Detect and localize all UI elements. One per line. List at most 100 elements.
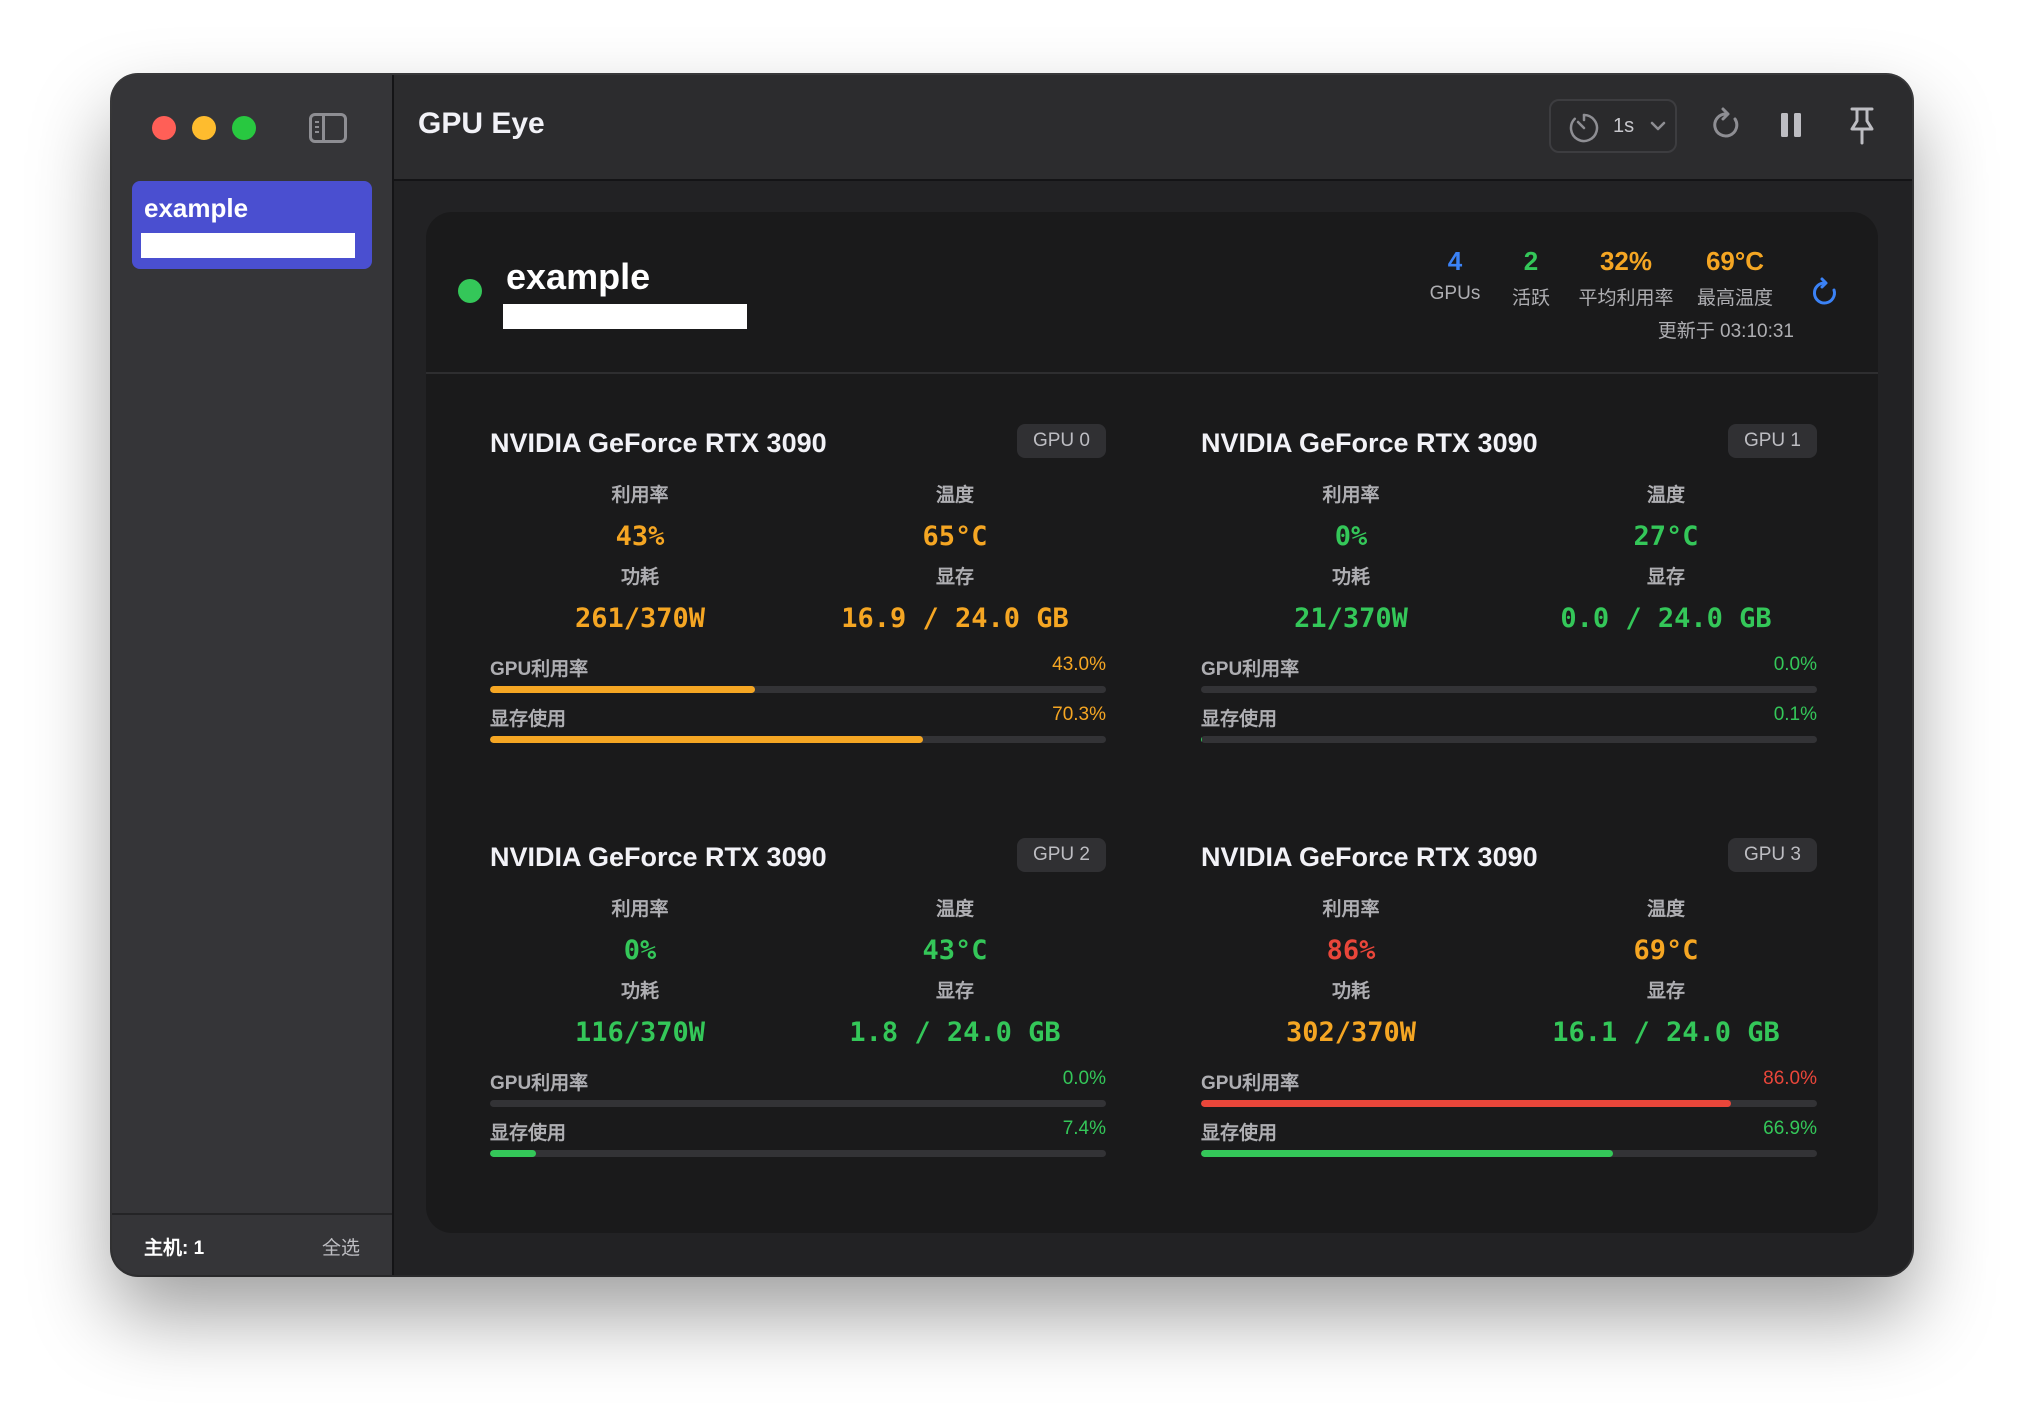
bar-label: 显存使用 <box>490 709 567 730</box>
metric-utilization: 利用率 0% <box>520 894 760 966</box>
host-count-label: 主机: 1 <box>144 1238 205 1259</box>
chevron-down-icon <box>1650 121 1666 131</box>
stat-active-value: 2 <box>1523 246 1539 276</box>
progress-track <box>490 1100 1106 1107</box>
stat-active: 2 活跃 <box>1496 246 1566 310</box>
metric-power: 功耗 261/370W <box>520 562 760 634</box>
metric-value: 43% <box>615 521 665 552</box>
select-all-button[interactable]: 全选 <box>322 1233 360 1260</box>
gpu-index-badge: GPU 1 <box>1727 424 1817 458</box>
metric-memory: 显存 1.8 / 24.0 GB <box>835 976 1075 1048</box>
metric-label: 显存 <box>1646 981 1685 1002</box>
minimize-window-button[interactable] <box>192 116 216 140</box>
metric-power: 功耗 21/370W <box>1231 562 1471 634</box>
bar-value: 0.1% <box>1773 704 1817 725</box>
pause-icon[interactable] <box>1772 103 1812 147</box>
bar-value: 43.0% <box>1052 654 1106 675</box>
stat-max-temp-label: 最高温度 <box>1696 288 1773 309</box>
bar-value: 86.0% <box>1763 1068 1817 1089</box>
metric-value: 86% <box>1326 935 1376 966</box>
metric-value: 1.8 / 24.0 GB <box>849 1017 1061 1048</box>
stat-gpus-label: GPUs <box>1429 283 1481 304</box>
metric-memory: 显存 16.1 / 24.0 GB <box>1546 976 1786 1048</box>
progress-track <box>1201 1150 1817 1157</box>
host-name: example <box>506 256 651 297</box>
progress-fill <box>490 686 755 693</box>
sidebar-footer: 主机: 1 全选 <box>112 1213 392 1275</box>
metric-label: 利用率 <box>611 485 669 506</box>
bar-label: 显存使用 <box>1201 709 1278 730</box>
metric-temperature: 温度 65°C <box>835 480 1075 552</box>
redacted-host-address <box>503 304 747 329</box>
progress-fill <box>490 1150 536 1157</box>
metric-value: 116/370W <box>574 1017 706 1048</box>
toolbar: GPU Eye 1s <box>394 75 1912 181</box>
stat-avg-util: 32% 平均利用率 <box>1566 246 1686 310</box>
metric-label: 利用率 <box>611 899 669 920</box>
stat-max-temp: 69°C 最高温度 <box>1690 246 1780 310</box>
gpu-name: NVIDIA GeForce RTX 3090 <box>1201 428 1538 458</box>
gpu-name: NVIDIA GeForce RTX 3090 <box>490 842 827 872</box>
stat-gpus-value: 4 <box>1447 246 1463 276</box>
metric-memory: 显存 0.0 / 24.0 GB <box>1546 562 1786 634</box>
redacted-host-address <box>141 233 355 258</box>
stat-active-label: 活跃 <box>1511 288 1550 309</box>
main-content: example 4 GPUs 2 活跃 32% 平均利用率 69°C 最高温度 … <box>394 181 1912 1275</box>
host-panel: example 4 GPUs 2 活跃 32% 平均利用率 69°C 最高温度 … <box>426 212 1878 1233</box>
metric-label: 显存 <box>935 567 974 588</box>
interval-value: 1s <box>1613 115 1635 137</box>
metric-label: 功耗 <box>620 567 659 588</box>
refresh-icon[interactable] <box>1706 103 1746 147</box>
sidebar-host-name: example <box>144 193 249 223</box>
stat-max-temp-value: 69°C <box>1705 246 1765 276</box>
stat-gpus: 4 GPUs <box>1410 246 1500 305</box>
gpu-index-badge: GPU 0 <box>1016 424 1106 458</box>
bar-label: GPU利用率 <box>1201 1073 1300 1094</box>
refresh-interval-select[interactable]: 1s <box>1549 99 1677 153</box>
app-title: GPU Eye <box>418 107 545 140</box>
metric-label: 显存 <box>1646 567 1685 588</box>
gpu-index-badge: GPU 2 <box>1016 838 1106 872</box>
app-window: example 主机: 1 全选 GPU Eye 1s example 4 GP… <box>112 75 1912 1275</box>
metric-power: 功耗 116/370W <box>520 976 760 1048</box>
metric-value: 0% <box>623 935 657 966</box>
panel-divider <box>426 372 1878 374</box>
sidebar-toggle-icon[interactable] <box>309 113 347 143</box>
stat-avg-util-value: 32% <box>1599 246 1653 276</box>
progress-fill <box>1201 1100 1731 1107</box>
metric-label: 功耗 <box>1331 567 1370 588</box>
zoom-window-button[interactable] <box>232 116 256 140</box>
metric-value: 261/370W <box>574 603 706 634</box>
progress-track <box>490 736 1106 743</box>
host-refresh-icon[interactable] <box>1808 276 1842 310</box>
progress-track <box>1201 686 1817 693</box>
metric-label: 温度 <box>1646 485 1685 506</box>
timer-icon <box>1569 113 1599 143</box>
gpu-index-badge: GPU 3 <box>1727 838 1817 872</box>
metric-label: 温度 <box>1646 899 1685 920</box>
bar-label: 显存使用 <box>1201 1123 1278 1144</box>
metric-temperature: 温度 43°C <box>835 894 1075 966</box>
progress-track <box>490 686 1106 693</box>
metric-power: 功耗 302/370W <box>1231 976 1471 1048</box>
progress-fill <box>490 736 924 743</box>
progress-fill <box>1201 1150 1614 1157</box>
metric-label: 利用率 <box>1322 485 1380 506</box>
bar-label: GPU利用率 <box>490 659 589 680</box>
metric-label: 功耗 <box>1331 981 1370 1002</box>
progress-track <box>490 1150 1106 1157</box>
bar-label: GPU利用率 <box>490 1073 589 1094</box>
sidebar: example 主机: 1 全选 <box>112 75 394 1275</box>
progress-track <box>1201 1100 1817 1107</box>
sidebar-host-item[interactable]: example <box>132 181 372 269</box>
metric-value: 43°C <box>922 935 988 966</box>
bar-label: 显存使用 <box>490 1123 567 1144</box>
metric-value: 302/370W <box>1285 1017 1417 1048</box>
metric-label: 显存 <box>935 981 974 1002</box>
metric-label: 温度 <box>935 899 974 920</box>
gpu-card: NVIDIA GeForce RTX 3090 GPU 3 利用率 86% 温度… <box>1201 838 1817 1202</box>
pin-icon[interactable] <box>1842 103 1882 147</box>
metric-value: 69°C <box>1633 935 1699 966</box>
bar-value: 0.0% <box>1062 1068 1106 1089</box>
close-window-button[interactable] <box>152 116 176 140</box>
